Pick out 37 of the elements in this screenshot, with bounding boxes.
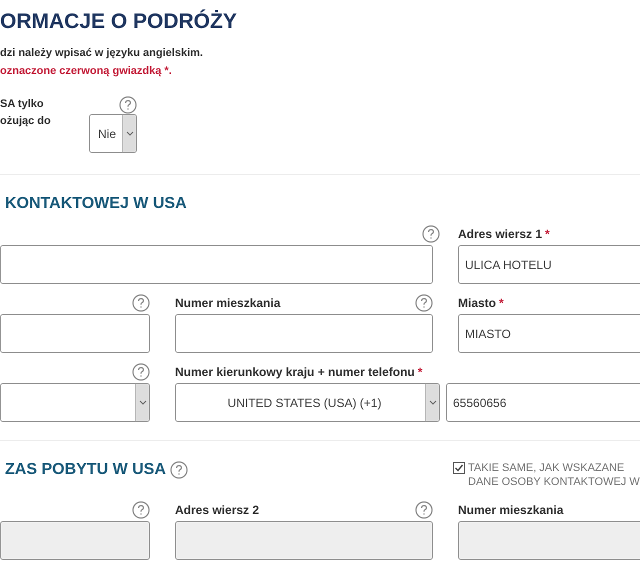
help-icon[interactable]	[119, 96, 137, 114]
help-icon[interactable]	[132, 363, 150, 381]
yes-no-select[interactable]: Nie	[89, 114, 137, 153]
text-field[interactable]	[0, 314, 150, 353]
field-label: Numer kierunkowy kraju + numer telefonu	[175, 365, 415, 379]
text-field[interactable]	[175, 314, 433, 353]
question-text: SA tylko	[0, 97, 45, 112]
section-title: KONTAKTOWEJ W USA	[5, 195, 187, 213]
required-note: oznaczone czerwoną gwiazdką *.	[0, 64, 173, 79]
language-note: dzi należy wpisać w języku angielskim.	[0, 46, 204, 61]
help-icon[interactable]	[132, 294, 150, 312]
field-label: Adres wiersz 2	[175, 503, 260, 517]
checkbox-label: TAKIE SAME, JAK WSKAZANE	[468, 461, 626, 475]
phone-number-field[interactable]: 65560656	[446, 383, 640, 422]
chevron-icon	[428, 400, 436, 405]
text-field[interactable]: ULICA HOTELU	[458, 245, 640, 284]
field-label: Adres wiersz 1	[458, 227, 542, 241]
field-label: Numer mieszkania	[175, 296, 280, 310]
field-label: Numer mieszkania	[458, 503, 564, 517]
page-title: ORMACJE O PODRÓŻY	[0, 10, 238, 34]
checkbox-label: DANE OSOBY KONTAKTOWEJ W	[468, 475, 640, 489]
help-icon[interactable]	[415, 294, 433, 312]
chevron-icon	[126, 131, 134, 136]
text-field[interactable]: MIASTO	[458, 314, 640, 353]
field-label: Miasto	[458, 296, 496, 310]
chevron-icon	[138, 400, 146, 405]
question-text: ożując do	[0, 114, 52, 129]
required-mark: *	[499, 296, 504, 310]
country-code-select[interactable]: UNITED STATES (USA) (+1)	[175, 383, 440, 422]
checkbox[interactable]	[453, 462, 465, 474]
help-icon[interactable]	[422, 225, 440, 243]
help-icon[interactable]	[170, 461, 188, 479]
required-mark: *	[418, 365, 422, 379]
section-title: ZAS POBYTU W USA	[5, 461, 166, 479]
dropdown-select[interactable]	[0, 383, 150, 422]
text-field[interactable]	[0, 245, 433, 284]
required-mark: *	[545, 227, 550, 241]
